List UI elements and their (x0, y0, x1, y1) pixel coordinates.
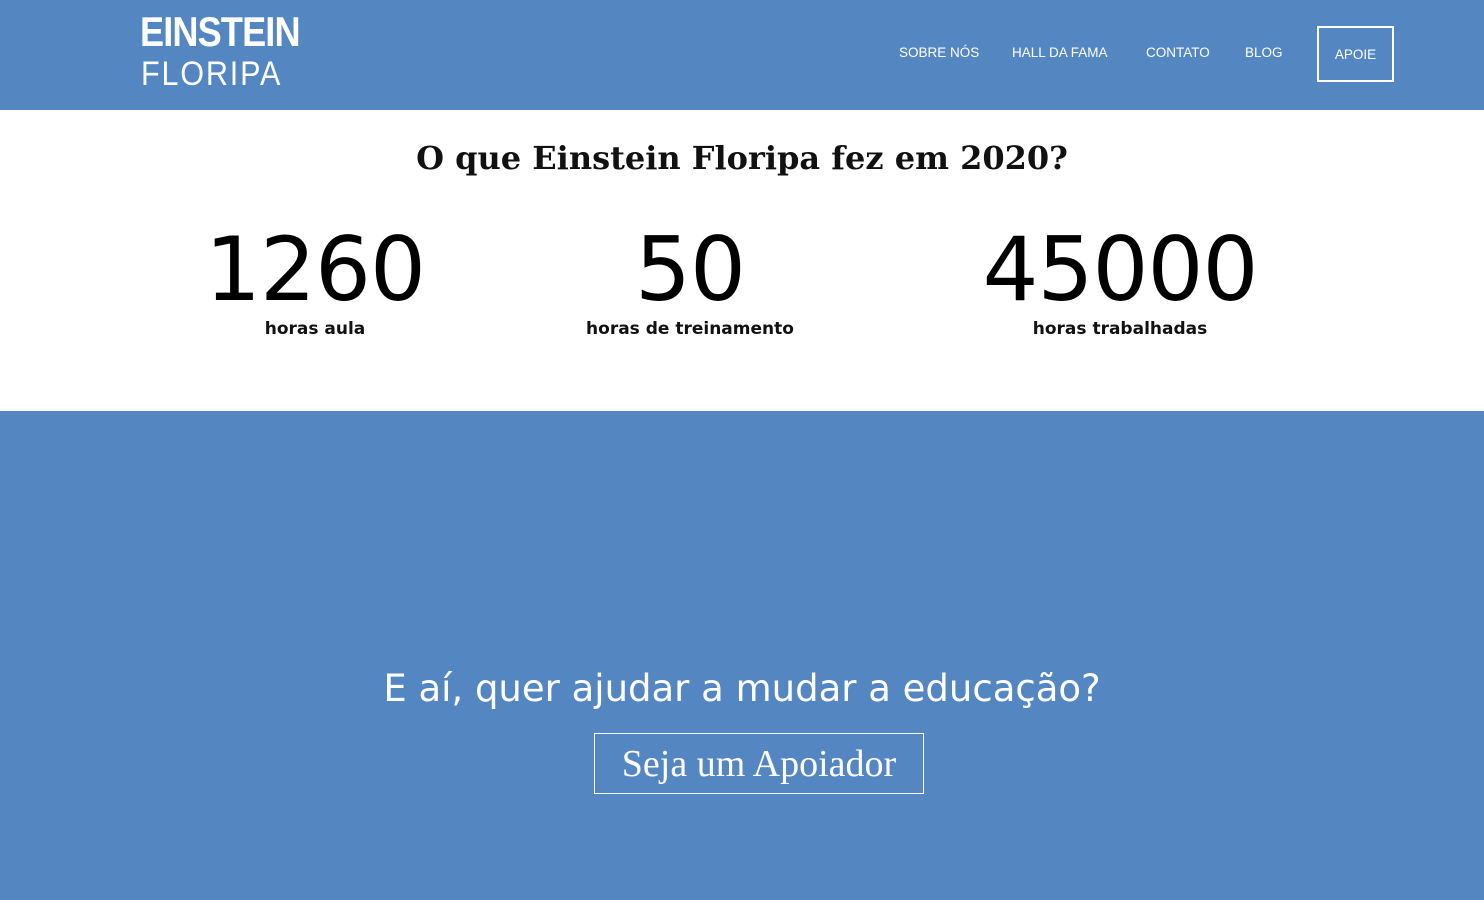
cta-section: E aí, quer ajudar a mudar a educação? Se… (0, 411, 1484, 900)
stat-value: 45000 (982, 218, 1259, 321)
stat-value: 50 (635, 218, 746, 321)
site-header: EINSTEIN FLORIPA SOBRE NÓS HALL DA FAMA … (0, 0, 1484, 110)
cta-heading: E aí, quer ajudar a mudar a educação? (383, 667, 1101, 710)
seja-apoiador-button[interactable]: Seja um Apoiador (594, 733, 924, 794)
stat-value: 1260 (205, 218, 426, 321)
stat-label: horas trabalhadas (1032, 319, 1208, 339)
nav-blog[interactable]: BLOG (1245, 45, 1283, 60)
nav-sobre-nos[interactable]: SOBRE NÓS (899, 45, 979, 60)
stat-label: horas de treinamento (586, 319, 794, 339)
apoie-button[interactable]: APOIE (1317, 26, 1394, 82)
logo-line-floripa: FLORIPA (141, 55, 283, 93)
stats-title: O que Einstein Floripa fez em 2020? (416, 139, 1068, 177)
logo[interactable]: EINSTEIN FLORIPA (140, 8, 310, 93)
stat-horas-treinamento: 50 horas de treinamento (570, 218, 810, 339)
nav-hall-da-fama[interactable]: HALL DA FAMA (1012, 45, 1108, 60)
nav-contato[interactable]: CONTATO (1146, 45, 1210, 60)
stat-horas-trabalhadas: 45000 horas trabalhadas (955, 218, 1285, 339)
stat-label: horas aula (264, 319, 366, 339)
stat-horas-aula: 1260 horas aula (195, 218, 435, 339)
logo-line-einstein: EINSTEIN (140, 8, 301, 55)
